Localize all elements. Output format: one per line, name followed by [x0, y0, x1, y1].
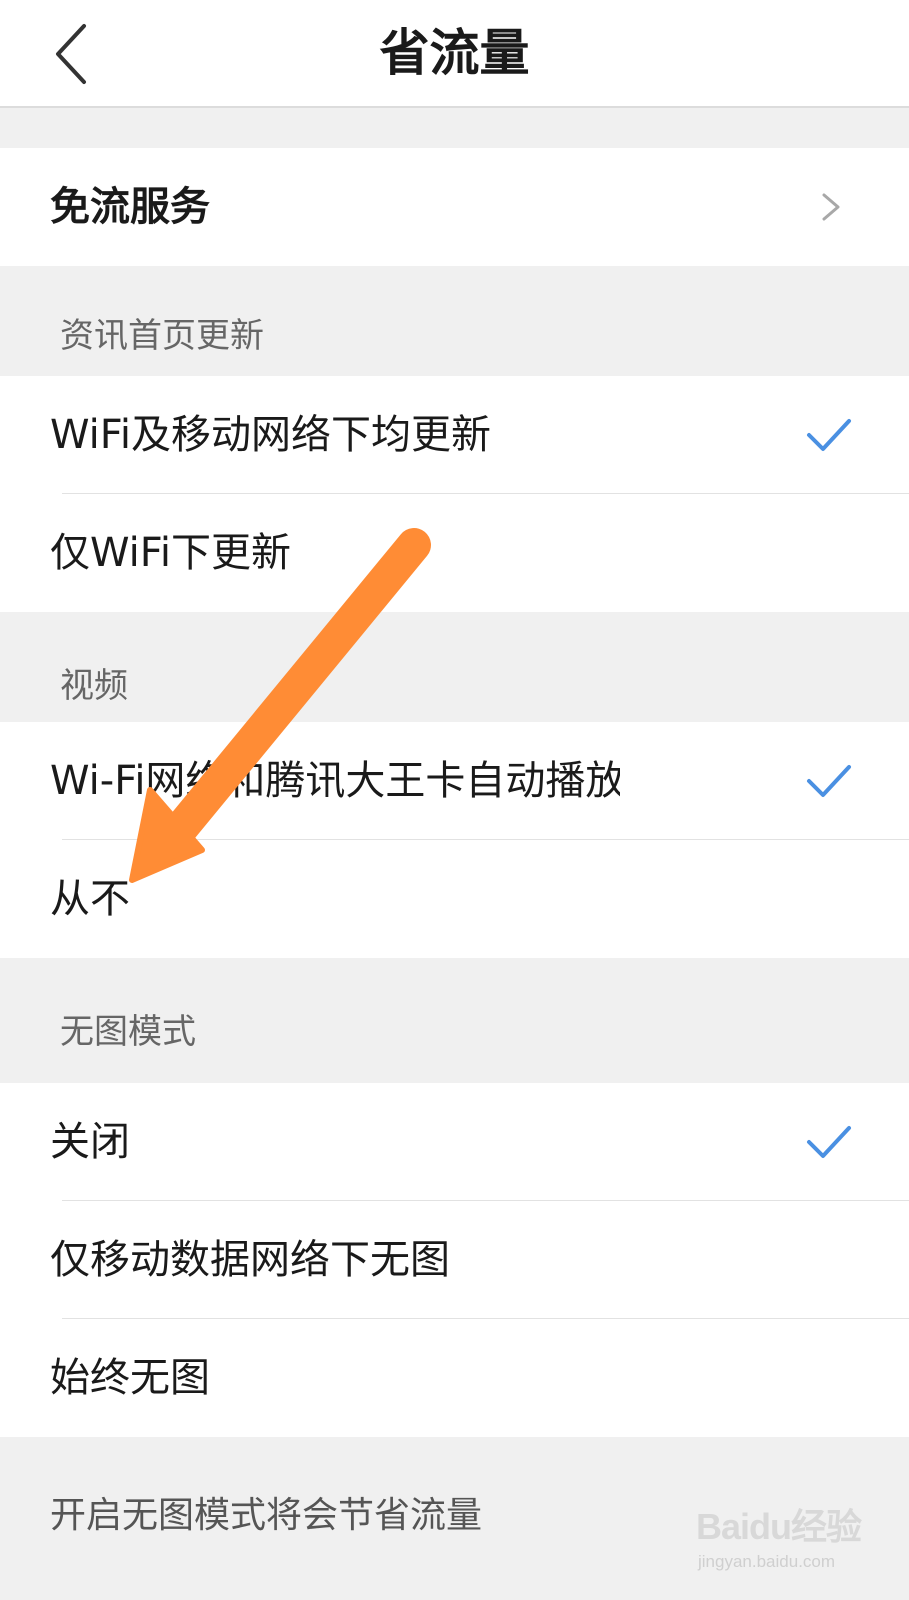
option-no-image-always[interactable]: 始终无图 [0, 1319, 909, 1437]
option-video-never[interactable]: 从不 [0, 840, 909, 958]
page-title: 省流量 [379, 24, 530, 82]
row-label: 从不 [50, 876, 130, 922]
section-header-news: 资讯首页更新 [60, 316, 264, 356]
option-no-image-off[interactable]: 关闭 [0, 1083, 909, 1201]
section-header-no-image: 无图模式 [60, 1012, 196, 1052]
row-label: 始终无图 [50, 1355, 210, 1401]
row-label: 仅移动数据网络下无图 [50, 1237, 450, 1283]
checkmark-icon [807, 1126, 851, 1158]
watermark-brand: Baidu经验 [696, 1506, 862, 1547]
row-label: 免流服务 [50, 184, 210, 230]
row-label: 仅WiFi下更新 [50, 530, 290, 576]
row-label: WiFi及移动网络下均更新 [50, 412, 490, 458]
option-news-wifi-only[interactable]: 仅WiFi下更新 [0, 494, 909, 612]
nav-header: 省流量 [0, 0, 909, 108]
baidu-watermark: Baidu经验 jingyan.baidu.com [696, 1498, 866, 1580]
row-label: Wi-Fi网络和腾讯大王卡自动播放 [50, 758, 620, 804]
section-header-video: 视频 [60, 666, 128, 706]
chevron-right-icon [822, 193, 840, 221]
no-image-mode-hint: 开启无图模式将会节省流量 [50, 1495, 483, 1536]
option-news-wifi-and-mobile[interactable]: WiFi及移动网络下均更新 [0, 376, 909, 494]
option-no-image-mobile-data[interactable]: 仅移动数据网络下无图 [0, 1201, 909, 1319]
checkmark-icon [807, 419, 851, 451]
watermark-url: jingyan.baidu.com [698, 1552, 836, 1571]
option-video-wifi-autoplay[interactable]: Wi-Fi网络和腾讯大王卡自动播放 [0, 722, 909, 840]
free-traffic-service-item[interactable]: 免流服务 [0, 148, 909, 266]
row-label: 关闭 [50, 1119, 130, 1165]
checkmark-icon [807, 765, 851, 797]
